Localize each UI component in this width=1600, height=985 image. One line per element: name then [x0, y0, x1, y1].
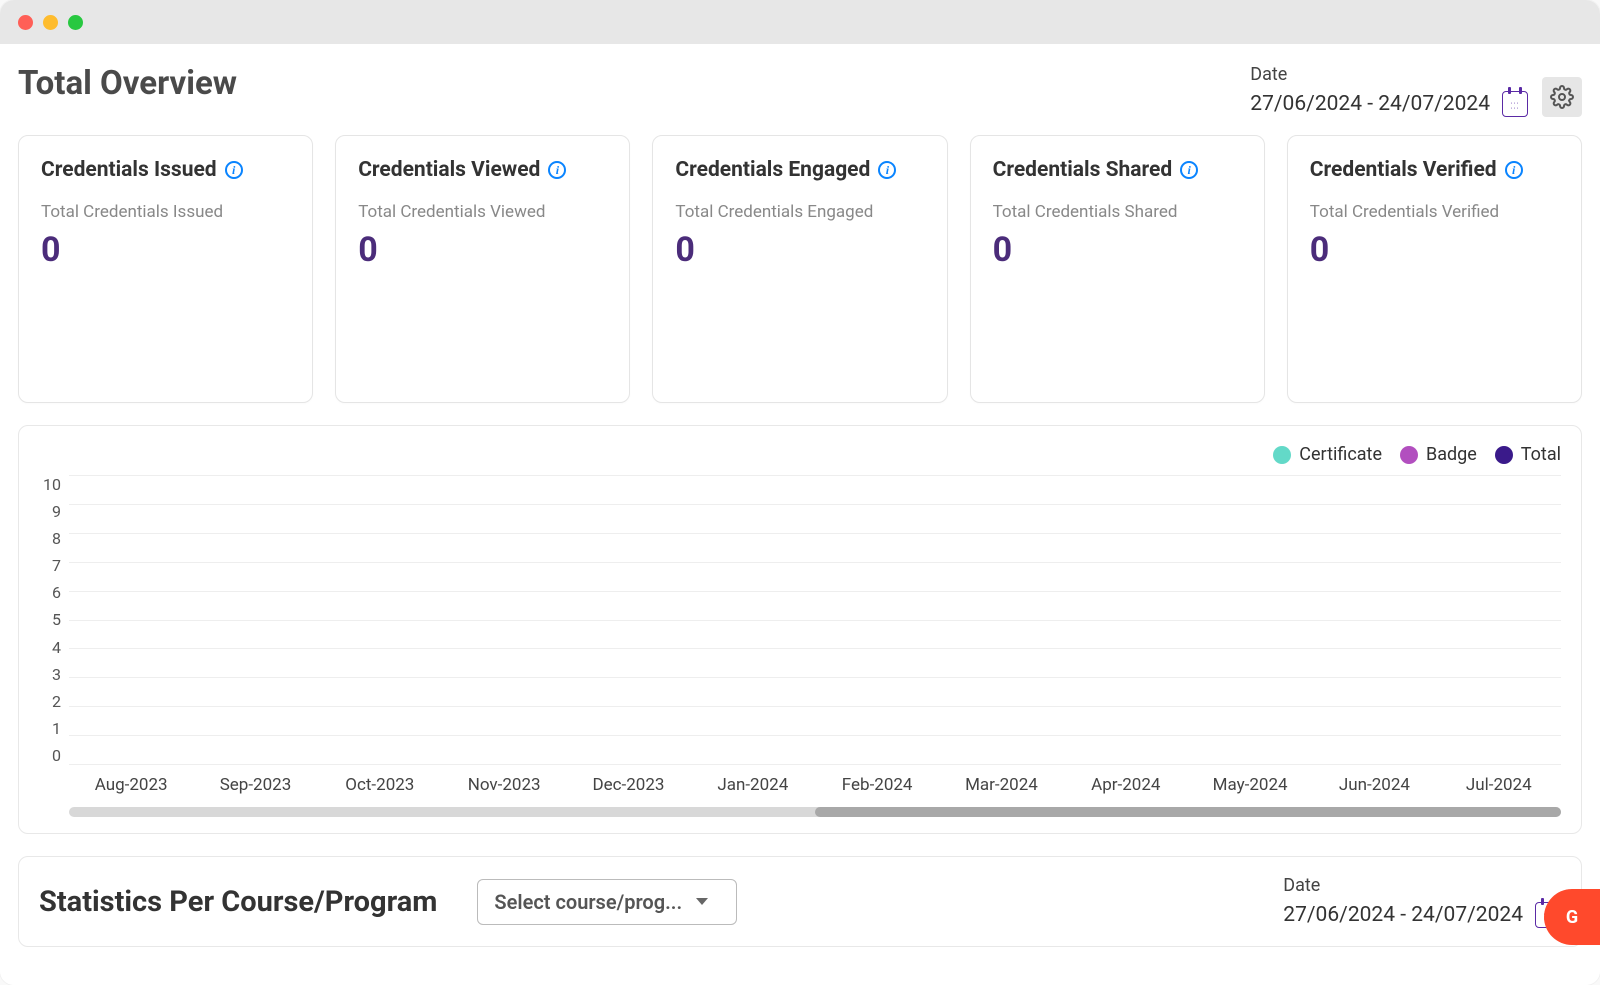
x-tick-label: Sep-2023 — [193, 775, 317, 795]
legend-label: Total — [1521, 444, 1561, 465]
stats-date-label: Date — [1283, 875, 1561, 896]
x-tick-label: Jun-2024 — [1312, 775, 1436, 795]
y-tick-label: 10 — [43, 475, 61, 494]
legend-label: Certificate — [1299, 444, 1382, 465]
stat-card: Credentials Verified i Total Credentials… — [1287, 135, 1582, 403]
y-tick-label: 8 — [52, 529, 61, 548]
card-subtitle: Total Credentials Verified — [1310, 202, 1559, 222]
stat-card: Credentials Engaged i Total Credentials … — [652, 135, 947, 403]
chart-scrollbar[interactable] — [69, 807, 1561, 817]
x-tick-label: May-2024 — [1188, 775, 1312, 795]
card-value: 0 — [1310, 230, 1559, 270]
card-subtitle: Total Credentials Issued — [41, 202, 290, 222]
window-titlebar — [0, 0, 1600, 44]
legend-swatch — [1495, 446, 1513, 464]
y-tick-label: 0 — [52, 746, 61, 765]
stats-section-title: Statistics Per Course/Program — [39, 885, 437, 919]
y-tick-label: 2 — [52, 692, 61, 711]
x-tick-label: Nov-2023 — [442, 775, 566, 795]
chevron-down-icon — [696, 898, 708, 905]
card-value: 0 — [993, 230, 1242, 270]
stats-per-course-panel: Statistics Per Course/Program Select cou… — [18, 856, 1582, 947]
y-tick-label: 9 — [52, 502, 61, 521]
y-tick-label: 3 — [52, 665, 61, 684]
window-close-button[interactable] — [18, 15, 33, 30]
gear-icon — [1550, 85, 1574, 109]
card-value: 0 — [358, 230, 607, 270]
x-tick-label: Oct-2023 — [318, 775, 442, 795]
x-tick-label: Feb-2024 — [815, 775, 939, 795]
date-range-value: 27/06/2024 - 24/07/2024 — [1250, 92, 1490, 116]
window-maximize-button[interactable] — [68, 15, 83, 30]
course-program-select[interactable]: Select course/prog... — [477, 879, 737, 925]
x-tick-label: Mar-2024 — [939, 775, 1063, 795]
date-label: Date — [1250, 64, 1528, 85]
card-value: 0 — [675, 230, 924, 270]
chart-scrollbar-thumb[interactable] — [815, 807, 1561, 817]
x-tick-label: Jul-2024 — [1437, 775, 1561, 795]
legend-item[interactable]: Total — [1495, 444, 1561, 465]
legend-swatch — [1273, 446, 1291, 464]
card-title: Credentials Viewed — [358, 158, 540, 182]
card-subtitle: Total Credentials Engaged — [675, 202, 924, 222]
legend-label: Badge — [1426, 444, 1477, 465]
x-tick-label: Jan-2024 — [691, 775, 815, 795]
chart-panel: CertificateBadgeTotal 109876543210 Aug-2… — [18, 425, 1582, 834]
x-tick-label: Aug-2023 — [69, 775, 193, 795]
card-title: Credentials Issued — [41, 158, 217, 182]
select-placeholder: Select course/prog... — [494, 890, 682, 914]
chart-plot-area — [69, 475, 1561, 765]
g2-badge[interactable]: G — [1544, 889, 1600, 945]
calendar-icon[interactable]: ······ — [1502, 91, 1528, 117]
y-tick-label: 6 — [52, 583, 61, 602]
card-title: Credentials Shared — [993, 158, 1173, 182]
card-value: 0 — [41, 230, 290, 270]
legend-swatch — [1400, 446, 1418, 464]
card-title: Credentials Verified — [1310, 158, 1497, 182]
x-tick-label: Dec-2023 — [566, 775, 690, 795]
g2-badge-label: G — [1566, 907, 1578, 928]
stats-date-range-value: 27/06/2024 - 24/07/2024 — [1283, 903, 1523, 927]
y-tick-label: 5 — [52, 610, 61, 629]
card-title: Credentials Engaged — [675, 158, 870, 182]
y-tick-label: 7 — [52, 556, 61, 575]
legend-item[interactable]: Certificate — [1273, 444, 1382, 465]
legend-item[interactable]: Badge — [1400, 444, 1477, 465]
y-tick-label: 1 — [52, 719, 61, 738]
card-subtitle: Total Credentials Viewed — [358, 202, 607, 222]
window-minimize-button[interactable] — [43, 15, 58, 30]
page-title: Total Overview — [18, 64, 237, 103]
x-tick-label: Apr-2024 — [1064, 775, 1188, 795]
stat-card: Credentials Viewed i Total Credentials V… — [335, 135, 630, 403]
info-icon[interactable]: i — [878, 161, 896, 179]
info-icon[interactable]: i — [225, 161, 243, 179]
info-icon[interactable]: i — [1180, 161, 1198, 179]
info-icon[interactable]: i — [1505, 161, 1523, 179]
stat-card: Credentials Shared i Total Credentials S… — [970, 135, 1265, 403]
stat-card: Credentials Issued i Total Credentials I… — [18, 135, 313, 403]
info-icon[interactable]: i — [548, 161, 566, 179]
settings-button[interactable] — [1542, 77, 1582, 117]
y-tick-label: 4 — [52, 638, 61, 657]
card-subtitle: Total Credentials Shared — [993, 202, 1242, 222]
